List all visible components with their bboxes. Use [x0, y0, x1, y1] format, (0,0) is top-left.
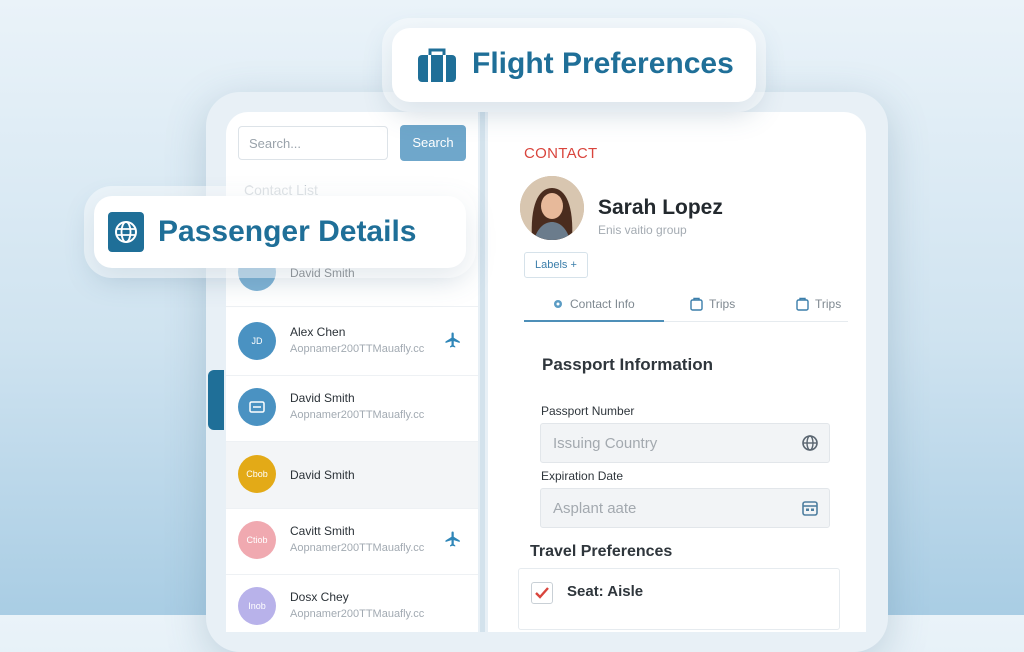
contact-list-panel: Search... Search Contact List David Smit… [226, 112, 478, 632]
contact-name: David Smith [290, 266, 355, 280]
contact-detail-panel: CONTACT Sarah Lopez Enis vaitio group La… [488, 112, 866, 632]
contact-section-label: CONTACT [524, 145, 598, 162]
plane-icon [445, 332, 460, 348]
search-button[interactable]: Search [400, 125, 466, 161]
avatar: JD [238, 322, 276, 360]
contact-name: Alex Chen [290, 325, 346, 339]
avatar [238, 388, 276, 426]
contact-name: Cavitt Smith [290, 524, 355, 538]
labels-button[interactable]: Labels + [524, 252, 588, 278]
profile-photo [520, 176, 584, 240]
suitcase-icon [418, 48, 456, 82]
active-tab-indicator [524, 320, 664, 322]
contact-email: Aopnamer200TTMauafly.cc [290, 409, 425, 421]
passenger-details-title: Passenger Details [158, 215, 417, 248]
passport-section-title: Passport Information [542, 355, 713, 374]
field-value: Issuing Country [553, 435, 658, 452]
avatar: Cbob [238, 455, 276, 493]
tab-trips[interactable]: Trips [690, 297, 735, 311]
tab-label: Trips [815, 297, 842, 311]
globe-icon [802, 435, 818, 451]
passport-number-field[interactable]: Issuing Country [540, 423, 830, 463]
calendar-icon [802, 501, 818, 516]
passenger-details-badge: Passenger Details [94, 196, 466, 268]
contact-subtitle: Enis vaitio group [598, 223, 687, 237]
gear-icon [554, 300, 562, 308]
list-item[interactable]: Ctiob Cavitt Smith Aopnamer200TTMauafly.… [226, 508, 478, 575]
search-input[interactable]: Search... [238, 126, 388, 160]
tab-contact-info[interactable]: Contact Info [552, 297, 635, 311]
avatar: Inob [238, 587, 276, 625]
contact-name: Sarah Lopez [598, 196, 723, 219]
contact-name: Dosx Chey [290, 590, 349, 604]
contact-email: Aopnamer200TTMauafly.cc [290, 608, 425, 620]
travel-preferences-title: Travel Preferences [530, 543, 673, 560]
seat-label: Seat: Aisle [567, 583, 644, 600]
contact-name: David Smith [290, 468, 355, 482]
list-item[interactable]: David Smith Aopnamer200TTMauafly.cc [226, 375, 478, 442]
list-item-selected[interactable]: Cbob David Smith [226, 442, 478, 509]
globe-icon [108, 212, 144, 252]
list-item[interactable]: JD Alex Chen Aopnamer200TTMauafly.cc [226, 309, 478, 376]
tab-label: Trips [709, 297, 736, 311]
passport-number-label: Passport Number [541, 404, 635, 418]
seat-checkbox[interactable] [531, 582, 553, 604]
bag-icon [690, 297, 703, 311]
plane-icon [445, 531, 460, 547]
seat-preference-option[interactable]: Seat: Aisle [518, 568, 840, 630]
drawer-handle[interactable] [208, 370, 224, 430]
avatar: Ctiob [238, 521, 276, 559]
list-item[interactable]: Inob Dosx Chey Aopnamer200TTMauafly.cc [226, 574, 478, 632]
bag-icon [796, 297, 809, 311]
panel-divider [480, 112, 485, 632]
contact-name: David Smith [290, 391, 355, 405]
expiration-date-field[interactable]: Asplant aate [540, 488, 830, 528]
tab-trips-2[interactable]: Trips [796, 297, 841, 311]
contact-email: Aopnamer200TTMauafly.cc [290, 343, 425, 355]
flight-preferences-title: Flight Preferences [472, 47, 734, 80]
checkmark-icon [535, 587, 549, 599]
contact-email: Aopnamer200TTMauafly.cc [290, 542, 425, 554]
tab-label: Contact Info [570, 297, 635, 311]
expiration-date-label: Expiration Date [541, 469, 624, 483]
flight-preferences-badge: Flight Preferences [392, 28, 756, 102]
field-value: Asplant aate [553, 500, 637, 517]
